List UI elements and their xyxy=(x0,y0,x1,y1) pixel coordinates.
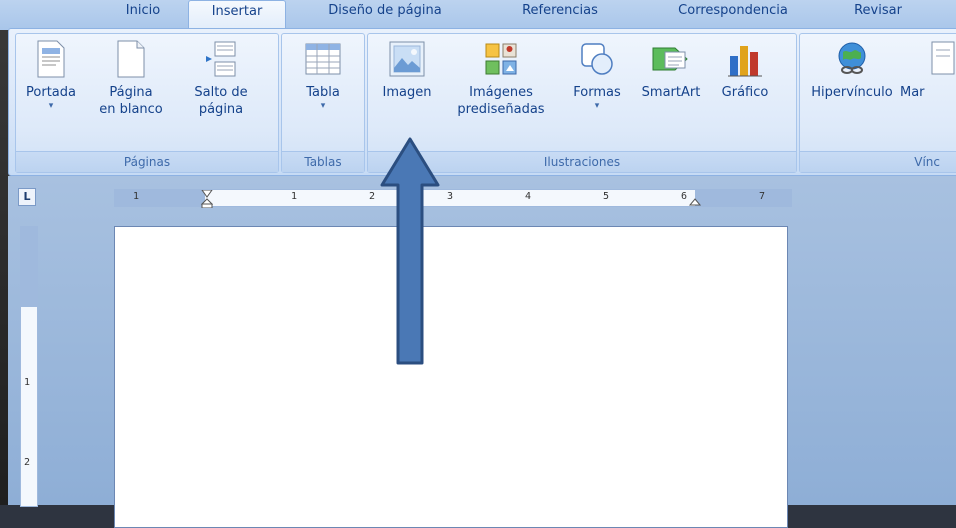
tab-revisar[interactable]: Revisar xyxy=(838,0,918,30)
marcador-button[interactable]: Mar xyxy=(900,40,956,101)
smartart-button[interactable]: SmartArt xyxy=(634,40,708,101)
formas-button[interactable]: Formas ▾ xyxy=(564,40,630,111)
group-label-paginas: Páginas xyxy=(16,151,278,172)
grafico-label: Gráfico xyxy=(721,85,769,100)
imagen-button[interactable]: Imagen xyxy=(374,40,440,101)
portada-button[interactable]: Portada ▾ xyxy=(20,40,82,111)
pagina-en-blanco-label: Página en blanco xyxy=(99,85,163,117)
tab-selector-button[interactable]: L xyxy=(18,188,36,206)
table-icon xyxy=(305,43,341,75)
formas-label: Formas xyxy=(573,85,621,100)
tabla-label: Tabla xyxy=(306,85,340,100)
imagen-label: Imagen xyxy=(382,85,432,100)
hipervinculo-label: Hipervínculo xyxy=(811,85,893,100)
smartart-icon xyxy=(652,47,688,71)
ruler-right-margin xyxy=(695,190,791,206)
shapes-icon xyxy=(581,43,613,75)
group-vinculos: Hipervínculo Mar Vínc xyxy=(799,33,956,173)
cover-page-icon xyxy=(37,40,65,78)
ruler-number: 1 xyxy=(291,191,298,202)
clip-art-icon xyxy=(485,43,517,75)
hyperlink-icon xyxy=(838,42,866,74)
tab-diseno-de-pagina[interactable]: Diseño de página xyxy=(300,0,470,30)
document-area: L 1 1 2 3 4 5 6 7 1 2 xyxy=(8,176,956,528)
ribbon: Portada ▾ Página en blanco Salto de pági… xyxy=(8,28,956,176)
bookmark-icon xyxy=(931,41,955,75)
pagina-en-blanco-button[interactable]: Página en blanco xyxy=(92,40,170,118)
marcador-label: Mar xyxy=(900,85,925,100)
document-page[interactable] xyxy=(114,226,788,528)
ruler-number: 2 xyxy=(24,457,31,468)
horizontal-ruler[interactable]: 1 1 2 3 4 5 6 7 xyxy=(114,189,792,208)
picture-icon xyxy=(389,41,425,77)
group-label-tablas: Tablas xyxy=(282,151,364,172)
formas-dropdown-icon[interactable]: ▾ xyxy=(564,101,630,111)
group-paginas: Portada ▾ Página en blanco Salto de pági… xyxy=(15,33,279,173)
smartart-label: SmartArt xyxy=(641,85,701,100)
salto-de-pagina-label: Salto de página xyxy=(194,85,248,117)
grafico-button[interactable]: Gráfico xyxy=(712,40,778,101)
annotation-arrow-up-icon xyxy=(380,137,440,365)
portada-label: Portada xyxy=(26,85,76,100)
tab-inicio[interactable]: Inicio xyxy=(100,0,186,30)
ruler-number: 6 xyxy=(681,191,688,202)
tabla-dropdown-icon[interactable]: ▾ xyxy=(288,101,358,111)
imagenes-predisenadas-label: Imágenes prediseñadas xyxy=(457,85,545,117)
ruler-number: 4 xyxy=(525,191,532,202)
blank-page-icon xyxy=(117,40,145,78)
portada-dropdown-icon[interactable]: ▾ xyxy=(20,101,82,111)
tabla-button[interactable]: Tabla ▾ xyxy=(288,40,358,111)
ruler-number: 1 xyxy=(24,377,31,388)
tab-correspondencia[interactable]: Correspondencia xyxy=(648,0,818,30)
hipervinculo-button[interactable]: Hipervínculo xyxy=(804,40,900,101)
tab-insertar[interactable]: Insertar xyxy=(188,0,286,31)
ribbon-tab-bar: Inicio Insertar Diseño de página Referen… xyxy=(0,0,956,31)
arrow-shape xyxy=(380,137,440,365)
ruler-number: 5 xyxy=(603,191,610,202)
ruler-number: 7 xyxy=(759,191,766,202)
group-tablas: Tabla ▾ Tablas xyxy=(281,33,365,173)
ruler-left-margin xyxy=(115,190,205,206)
indent-marker-icon[interactable] xyxy=(201,190,213,208)
ruler-number: 2 xyxy=(369,191,376,202)
group-label-vinculos: Vínc xyxy=(800,151,956,172)
ruler-number: 3 xyxy=(447,191,454,202)
ruler-number: 1 xyxy=(133,191,140,202)
tab-referencias[interactable]: Referencias xyxy=(500,0,620,30)
vertical-ruler[interactable]: 1 2 xyxy=(20,226,38,507)
page-break-icon xyxy=(206,41,236,77)
chart-icon xyxy=(728,46,762,77)
ruler-top-margin xyxy=(21,227,37,307)
imagenes-predisenadas-button[interactable]: Imágenes prediseñadas xyxy=(448,40,554,118)
right-indent-marker-icon[interactable] xyxy=(689,198,701,208)
salto-de-pagina-button[interactable]: Salto de página xyxy=(182,40,260,118)
